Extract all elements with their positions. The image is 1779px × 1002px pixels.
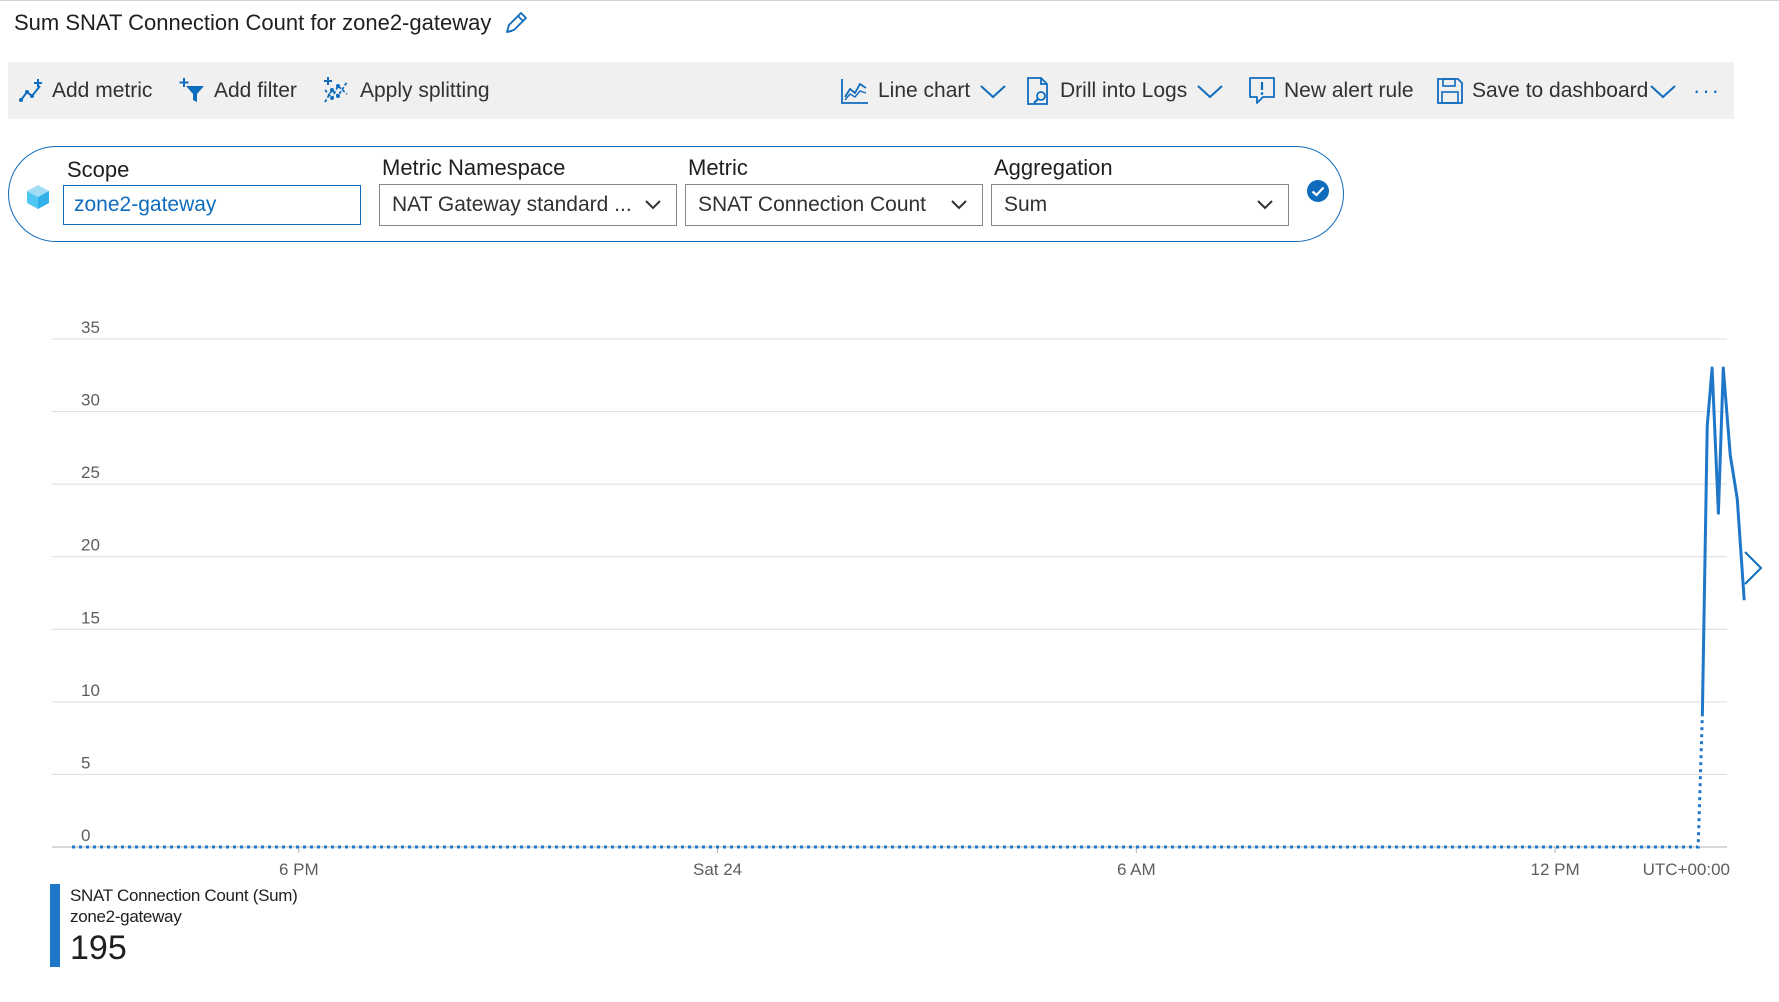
apply-splitting-label: Apply splitting: [360, 78, 490, 102]
legend-series-name: SNAT Connection Count (Sum): [70, 886, 298, 905]
line-chart-dropdown[interactable]: Line chart: [840, 62, 1008, 119]
x-tick-label: 6 PM: [279, 860, 319, 879]
x-tick-label: 6 AM: [1117, 860, 1156, 879]
confirm-check-icon[interactable]: [1306, 179, 1330, 203]
add-filter-button[interactable]: Add filter: [178, 62, 297, 119]
scope-label: Scope: [67, 157, 130, 182]
save-to-dashboard-label: Save to dashboard: [1472, 78, 1649, 102]
more-options-icon: ···: [1693, 77, 1721, 103]
title-row: Sum SNAT Connection Count for zone2-gate…: [14, 8, 531, 38]
y-tick-label: 15: [81, 608, 100, 627]
y-tick-label: 35: [81, 318, 100, 337]
chevron-down-icon: [980, 84, 1006, 98]
add-filter-label: Add filter: [214, 78, 297, 102]
y-tick-label: 5: [81, 753, 90, 772]
namespace-value: NAT Gateway standard ...: [392, 193, 632, 216]
scope-input[interactable]: [63, 185, 361, 225]
aggregation-dropdown[interactable]: Sum: [991, 184, 1289, 226]
line-chart-label: Line chart: [878, 78, 971, 102]
namespace-dropdown[interactable]: NAT Gateway standard ...: [379, 184, 677, 226]
y-tick-label: 10: [81, 681, 100, 700]
logs-icon: [1027, 76, 1048, 105]
add-metric-icon: [19, 78, 42, 102]
x-tick-label: Sat 24: [693, 860, 742, 879]
chart-toolbar: Add metric Add filter Apply splitting Li…: [8, 62, 1734, 119]
y-tick-label: 30: [81, 391, 100, 410]
chevron-down-icon: [1197, 84, 1223, 98]
metric-dropdown[interactable]: SNAT Connection Count: [685, 184, 983, 226]
legend-total-value: 195: [70, 929, 127, 967]
add-metric-label: Add metric: [52, 78, 153, 102]
edit-pencil-icon[interactable]: [501, 8, 531, 38]
top-border: [0, 0, 1779, 1]
series-line: [1700, 366, 1746, 717]
aggregation-value: Sum: [1004, 193, 1048, 216]
chevron-down-icon: [1257, 200, 1273, 210]
apply-splitting-button[interactable]: Apply splitting: [322, 62, 490, 119]
timezone-label: UTC+00:00: [1643, 860, 1730, 879]
add-metric-button[interactable]: Add metric: [18, 62, 152, 119]
save-to-dashboard-dropdown[interactable]: Save to dashboard: [1436, 62, 1678, 119]
namespace-label: Metric Namespace: [382, 155, 566, 180]
y-tick-label: 25: [81, 463, 100, 482]
alert-icon: [1249, 76, 1275, 104]
series-line-missing-data: [72, 716, 1704, 849]
chevron-right-icon[interactable]: [1739, 548, 1767, 588]
metric-selector: Scope Metric Namespace NAT Gateway stand…: [8, 146, 1344, 242]
y-tick-label: 0: [81, 826, 90, 845]
metric-label: Metric: [688, 155, 748, 180]
drill-into-logs-dropdown[interactable]: Drill into Logs: [1024, 62, 1225, 119]
aggregation-label: Aggregation: [994, 155, 1113, 180]
chevron-down-icon: [951, 200, 967, 210]
filter-icon: [179, 77, 204, 102]
new-alert-rule-button[interactable]: New alert rule: [1248, 62, 1414, 119]
splitting-icon: [324, 76, 348, 102]
metric-value: SNAT Connection Count: [698, 193, 927, 216]
legend-resource-name: zone2-gateway: [70, 907, 182, 926]
line-chart-icon: [841, 78, 868, 104]
more-options-button[interactable]: ···: [1693, 62, 1721, 119]
chart-title: Sum SNAT Connection Count for zone2-gate…: [14, 10, 492, 35]
line-chart: 0 5 10 15 20 25 30 35 6 PM Sat 24 6 AM 12 PM UTC+00:…: [52, 318, 1746, 879]
save-icon: [1437, 77, 1463, 104]
y-tick-label: 20: [81, 536, 100, 555]
chevron-down-icon: [1650, 84, 1676, 98]
drill-into-logs-label: Drill into Logs: [1060, 78, 1188, 102]
x-tick-label: 12 PM: [1531, 860, 1580, 879]
new-alert-rule-label: New alert rule: [1284, 78, 1414, 102]
resource-cube-icon: [27, 185, 49, 209]
chevron-down-icon: [645, 200, 661, 210]
legend-color-swatch: [50, 884, 60, 967]
